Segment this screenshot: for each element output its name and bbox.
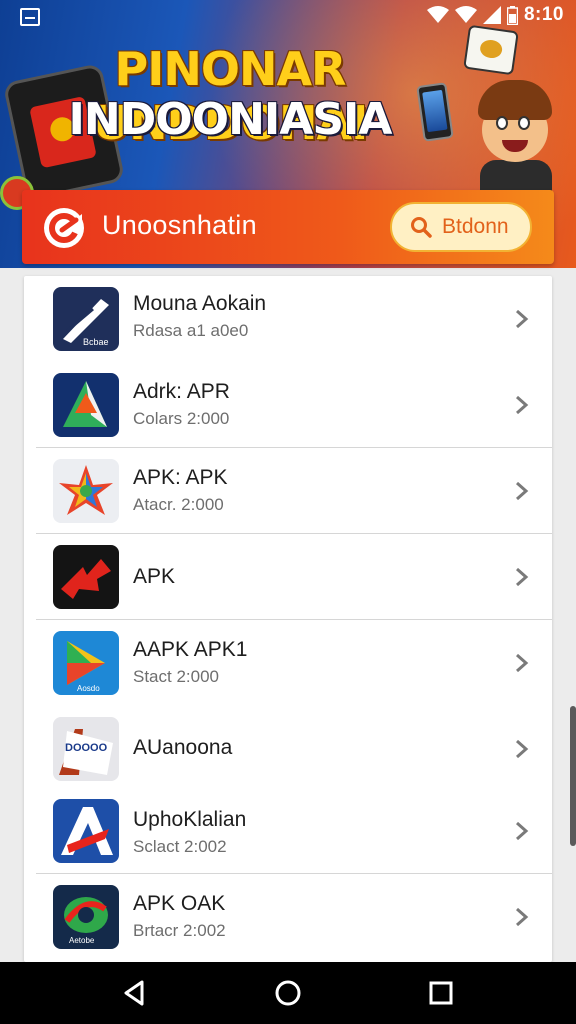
app-name: AUanoona — [133, 736, 233, 759]
home-icon[interactable] — [273, 978, 303, 1008]
app-icon-label: DOOOO — [65, 742, 108, 754]
header-title: Unoosnhatin — [102, 210, 257, 240]
red-shape-app-icon — [53, 545, 119, 609]
app-icon-label: Bcbae — [83, 337, 109, 347]
chevron-right-icon — [516, 821, 529, 841]
list-item[interactable]: Adrk: APR Colars 2:000 — [24, 362, 552, 448]
recents-icon[interactable] — [426, 978, 456, 1008]
pen-app-icon: Bcbae — [53, 287, 119, 351]
app-name: APK OAK — [133, 892, 226, 915]
card-illustration — [463, 24, 519, 76]
mascot-illustration — [470, 80, 560, 200]
chevron-right-icon — [516, 395, 529, 415]
chevron-right-icon — [516, 309, 529, 329]
banner-title-line2: INDOONIASIA — [68, 94, 393, 145]
app-subtitle: Rdasa a1 a0e0 — [133, 321, 249, 340]
star-app-icon — [53, 459, 119, 523]
wifi-icon — [426, 6, 449, 23]
status-bar: 8:10 — [0, 0, 576, 30]
app-name: APK: APK — [133, 466, 228, 489]
app-subtitle: Stact 2:000 — [133, 667, 220, 686]
app-subtitle: Atacr. 2:000 — [133, 495, 224, 514]
app-subtitle: Sclact 2:002 — [133, 837, 227, 856]
app-name: Mouna Aokain — [133, 292, 267, 315]
brand-logo-icon — [44, 208, 84, 248]
list-item[interactable]: APK — [24, 534, 552, 620]
triangle-app-icon — [53, 373, 119, 437]
app-name: AAPK APK1 — [133, 638, 248, 661]
search-button-label: Btdonn — [442, 215, 509, 238]
navigation-bar — [0, 962, 576, 1024]
chevron-right-icon — [516, 481, 529, 501]
chevron-right-icon — [516, 739, 529, 759]
list-item[interactable]: DOOOO AUanoona — [24, 706, 552, 792]
app-subtitle: Brtacr 2:002 — [133, 921, 226, 940]
list-item[interactable]: Bcbae Mouna Aokain Rdasa a1 a0e0 — [24, 276, 552, 362]
letter-a-app-icon: DOOOO — [53, 717, 119, 781]
list-item[interactable]: Aetobe APK OAK Brtacr 2:002 — [24, 874, 552, 960]
back-icon[interactable] — [120, 978, 150, 1008]
status-time: 8:10 — [523, 4, 564, 25]
search-icon — [411, 217, 432, 238]
wifi-icon-2 — [454, 6, 477, 23]
list-item[interactable]: APK: APK Atacr. 2:000 — [24, 448, 552, 534]
chevron-right-icon — [516, 567, 529, 587]
chevron-right-icon — [516, 907, 529, 927]
battery-icon — [506, 5, 518, 25]
app-header-bar: Unoosnhatin Btdonn — [22, 190, 554, 264]
chevron-right-icon — [516, 653, 529, 673]
app-name: Adrk: APR — [133, 380, 230, 403]
app-list: Bcbae Mouna Aokain Rdasa a1 a0e0 Adrk: A… — [24, 276, 552, 962]
play-app-icon: Aosdo — [53, 631, 119, 695]
search-button[interactable]: Btdonn — [390, 202, 532, 252]
app-subtitle: Colars 2:000 — [133, 409, 230, 428]
globe-app-icon: Aetobe — [53, 885, 119, 949]
app-icon-label: Aosdo — [77, 684, 100, 693]
blue-a-app-icon — [53, 799, 119, 863]
list-item[interactable]: UphoKlalian Sclact 2:002 — [24, 788, 552, 874]
app-name: UphoKlalian — [133, 808, 247, 831]
notification-icon — [20, 8, 40, 26]
list-item[interactable]: Aosdo AAPK APK1 Stact 2:000 — [24, 620, 552, 706]
app-name: APK — [133, 565, 176, 588]
scrollbar-thumb[interactable] — [570, 706, 576, 846]
signal-icon — [482, 6, 501, 24]
app-icon-label: Aetobe — [69, 936, 95, 945]
